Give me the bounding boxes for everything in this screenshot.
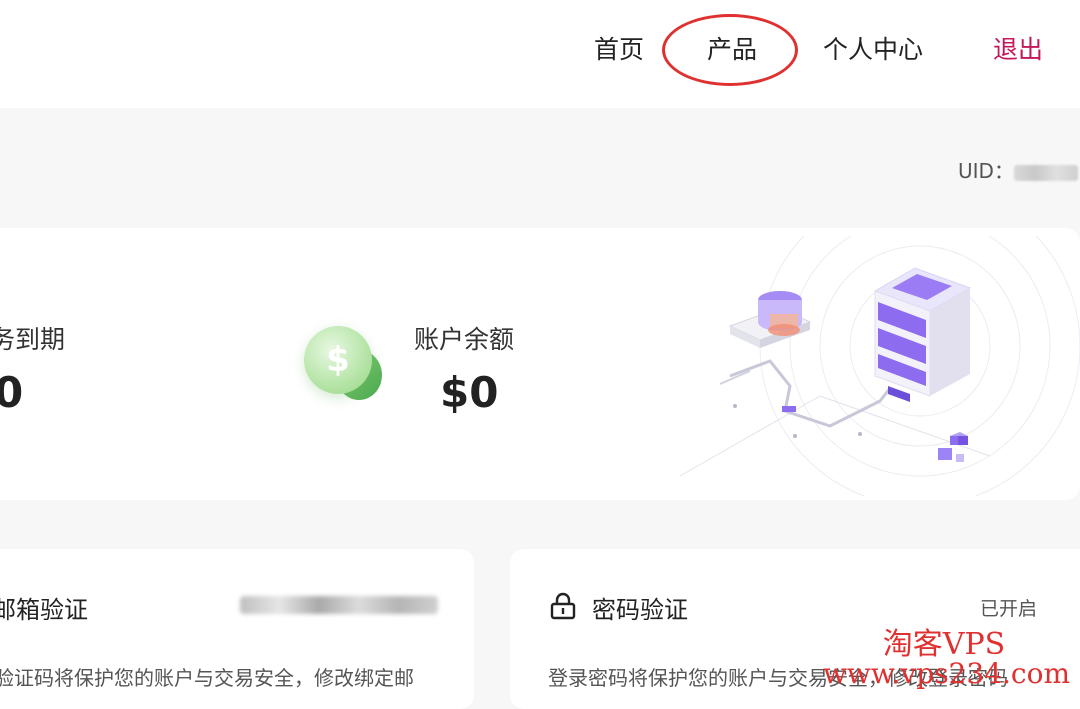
expire-value: 0 (0, 368, 24, 417)
balance-label: 账户余额 (414, 325, 515, 354)
email-verification-title: 邮箱验证 (0, 596, 88, 624)
email-verification-description: 验证码将保护您的账户与交易安全，修改绑定邮 (0, 666, 414, 690)
nav-profile-link[interactable]: 个人中心 (823, 30, 923, 70)
uid-display: UID： (958, 155, 1078, 184)
email-address-redacted (240, 596, 438, 614)
lock-icon (550, 592, 576, 620)
dollar-coin-icon: $ (304, 326, 372, 394)
watermark-brand: 淘客VPS (882, 627, 1006, 662)
uid-value-redacted (1013, 164, 1078, 181)
password-status-badge: 已开启 (980, 598, 1038, 620)
logout-link[interactable]: 退出 (993, 30, 1043, 70)
annotation-circle (662, 14, 798, 86)
server-illustration (679, 236, 1080, 496)
top-navigation-bar: 首页 产品 个人中心 退出 (0, 0, 1080, 108)
uid-label: UID： (958, 159, 1014, 183)
watermark-url: www.vps234.com (822, 657, 1070, 690)
expire-label: 务到期 (0, 325, 66, 354)
site-watermark: 淘客VPS www.vps234.com (818, 630, 1070, 688)
nav-home-link[interactable]: 首页 (594, 30, 644, 70)
balance-value: $0 (440, 368, 499, 417)
password-verification-title: 密码验证 (592, 596, 688, 624)
